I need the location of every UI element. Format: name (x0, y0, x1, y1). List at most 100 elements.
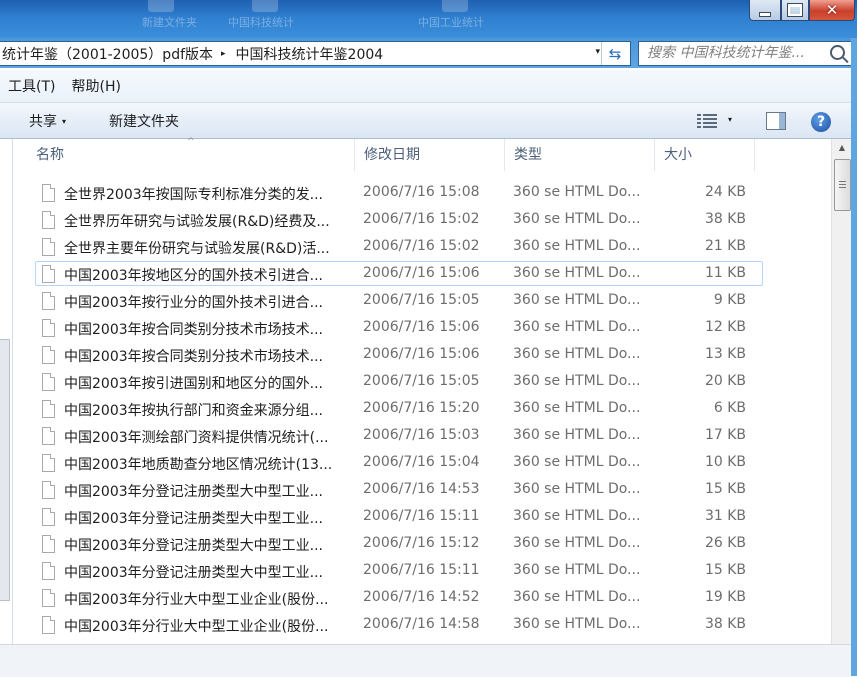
views-icon[interactable] (697, 114, 717, 128)
close-button[interactable]: ✕ (809, 0, 855, 21)
search-input[interactable] (639, 42, 823, 63)
desktop-folder-icon (252, 0, 278, 12)
file-type: 360 se HTML Do... (513, 211, 641, 227)
file-row[interactable]: 全世界历年研究与试验发展(R&D)经费及... 2006/7/16 15:02 36… (35, 207, 763, 232)
help-icon[interactable]: ? (811, 112, 831, 132)
window-frame-edge (851, 38, 857, 676)
column-header-size[interactable]: 大小 (655, 139, 755, 171)
html-file-icon (42, 400, 55, 418)
file-modified-date: 2006/7/16 15:05 (363, 292, 480, 308)
file-modified-date: 2006/7/16 15:12 (363, 535, 480, 551)
menu-bar: 工具(T) 帮助(H) (0, 70, 857, 103)
file-size: 13 KB (704, 346, 746, 362)
file-row[interactable]: 中国2003年分登记注册类型大中型工业... 2006/7/16 14:53 360… (35, 477, 763, 502)
file-row[interactable]: 全世界2003年按国际专利标准分类的发... 2006/7/16 15:08 360… (35, 180, 763, 205)
address-bar[interactable]: 统计年鉴（2001-2005）pdf版本 ▸ 中国科技统计年鉴2004 ▾ ⇆ (0, 41, 631, 66)
search-icon[interactable] (830, 45, 845, 60)
file-size: 19 KB (704, 589, 746, 605)
file-modified-date: 2006/7/16 14:52 (363, 589, 480, 605)
file-name: 中国2003年分登记注册类型大中型工业... (64, 511, 323, 527)
file-row[interactable]: 中国2003年分行业大中型工业企业(股份... 2006/7/16 14:58 36… (35, 612, 763, 637)
file-size: 17 KB (704, 427, 746, 443)
file-size: 12 KB (704, 319, 746, 335)
file-row[interactable]: 中国2003年地质勘查分地区情况统计(13... 2006/7/16 15:04 3… (35, 450, 763, 475)
html-file-icon (42, 535, 55, 553)
minimize-icon (759, 11, 771, 17)
file-row[interactable]: 中国2003年分登记注册类型大中型工业... 2006/7/16 15:11 360… (35, 504, 763, 529)
file-size: 10 KB (704, 454, 746, 470)
file-row[interactable]: 中国2003年分行业大中型工业企业(股份... 2006/7/16 14:52 36… (35, 585, 763, 610)
file-name: 中国2003年分行业大中型工业企业(股份... (64, 619, 329, 635)
maximize-button[interactable] (781, 0, 809, 21)
html-file-icon (42, 589, 55, 607)
file-type: 360 se HTML Do... (513, 508, 641, 524)
file-type: 360 se HTML Do... (513, 238, 641, 254)
html-file-icon (42, 562, 55, 580)
window-titlebar: 新建文件夹 中国科技统计 中国工业统计 ✕ (0, 0, 857, 38)
file-row[interactable]: 中国2003年按合同类别分技术市场技术... 2006/7/16 15:06 360… (35, 315, 763, 340)
share-button[interactable]: 共享 ▾ (29, 111, 66, 131)
file-type: 360 se HTML Do... (513, 373, 641, 389)
html-file-icon (42, 319, 55, 337)
nav-pane-scrollbar[interactable] (0, 339, 10, 601)
file-modified-date: 2006/7/16 15:06 (363, 319, 480, 335)
command-toolbar: 共享 ▾ 新建文件夹 ▾ ? (0, 103, 857, 139)
file-modified-date: 2006/7/16 15:11 (363, 508, 480, 524)
file-name: 全世界2003年按国际专利标准分类的发... (64, 187, 323, 203)
file-row[interactable]: 中国2003年按地区分的国外技术引进合... 2006/7/16 15:06 360… (35, 261, 763, 286)
file-type: 360 se HTML Do... (513, 481, 641, 497)
file-modified-date: 2006/7/16 15:20 (363, 400, 480, 416)
new-folder-button[interactable]: 新建文件夹 (109, 111, 179, 131)
file-row[interactable]: 中国2003年按引进国别和地区分的国外... 2006/7/16 15:05 360… (35, 369, 763, 394)
minimize-button[interactable] (749, 0, 781, 21)
file-row[interactable]: 中国2003年按行业分的国外技术引进合... 2006/7/16 15:05 360… (35, 288, 763, 313)
window-controls: ✕ (749, 0, 855, 22)
html-file-icon (42, 346, 55, 364)
html-file-icon (42, 292, 55, 310)
file-row[interactable]: 中国2003年分登记注册类型大中型工业... 2006/7/16 15:12 360… (35, 531, 763, 556)
file-row[interactable]: 中国2003年按合同类别分技术市场技术... 2006/7/16 15:06 360… (35, 342, 763, 367)
file-modified-date: 2006/7/16 15:06 (363, 265, 480, 281)
views-dropdown-icon[interactable]: ▾ (728, 115, 732, 124)
file-name: 中国2003年分登记注册类型大中型工业... (64, 538, 323, 554)
search-box (638, 41, 852, 66)
scrollbar-thumb[interactable] (834, 159, 851, 211)
file-row[interactable]: 中国2003年分登记注册类型大中型工业... 2006/7/16 15:11 360… (35, 558, 763, 583)
html-file-icon (42, 427, 55, 445)
desktop-ghost-label: 中国科技统计 (228, 16, 294, 29)
file-name: 中国2003年按合同类别分技术市场技术... (64, 322, 323, 338)
file-row[interactable]: 中国2003年测绘部门资料提供情况统计(... 2006/7/16 15:03 36… (35, 423, 763, 448)
html-file-icon (42, 265, 55, 283)
file-row[interactable]: 中国2003年按执行部门和资金来源分组... 2006/7/16 15:20 360… (35, 396, 763, 421)
refresh-icon: ⇆ (608, 44, 622, 63)
column-header-date[interactable]: 修改日期 (355, 139, 505, 171)
column-header-name[interactable]: 名称 (27, 139, 355, 171)
breadcrumb-parent[interactable]: 统计年鉴（2001-2005）pdf版本 (0, 44, 213, 64)
menu-tools[interactable]: 工具(T) (0, 76, 63, 96)
file-modified-date: 2006/7/16 15:02 (363, 238, 480, 254)
file-row[interactable]: 全世界主要年份研究与试验发展(R&D)活... 2006/7/16 15:02 36… (35, 234, 763, 259)
vertical-scrollbar[interactable]: ▲ (831, 139, 852, 644)
breadcrumb-chevron-icon[interactable]: ▸ (221, 49, 226, 59)
scroll-up-icon[interactable]: ▲ (832, 139, 852, 156)
file-modified-date: 2006/7/16 15:03 (363, 427, 480, 443)
file-size: 15 KB (704, 562, 746, 578)
preview-pane-icon[interactable] (766, 112, 786, 130)
navigation-bar: 统计年鉴（2001-2005）pdf版本 ▸ 中国科技统计年鉴2004 ▾ ⇆ (0, 38, 857, 68)
file-name: 中国2003年按引进国别和地区分的国外... (64, 376, 323, 392)
address-history-dropdown-icon[interactable]: ▾ (595, 47, 600, 57)
html-file-icon (42, 616, 55, 634)
refresh-button[interactable]: ⇆ (601, 42, 628, 65)
file-type: 360 se HTML Do... (513, 265, 641, 281)
file-name: 中国2003年按合同类别分技术市场技术... (64, 349, 323, 365)
html-file-icon (42, 211, 55, 229)
file-name: 中国2003年按执行部门和资金来源分组... (64, 403, 323, 419)
breadcrumb-current[interactable]: 中国科技统计年鉴2004 (234, 44, 384, 64)
navigation-pane (0, 139, 13, 644)
html-file-icon (42, 238, 55, 256)
column-header-type[interactable]: 类型 (505, 139, 655, 171)
maximize-icon (787, 3, 803, 17)
file-name: 全世界主要年份研究与试验发展(R&D)活... (64, 241, 330, 257)
file-modified-date: 2006/7/16 15:04 (363, 454, 480, 470)
menu-help[interactable]: 帮助(H) (63, 76, 128, 96)
